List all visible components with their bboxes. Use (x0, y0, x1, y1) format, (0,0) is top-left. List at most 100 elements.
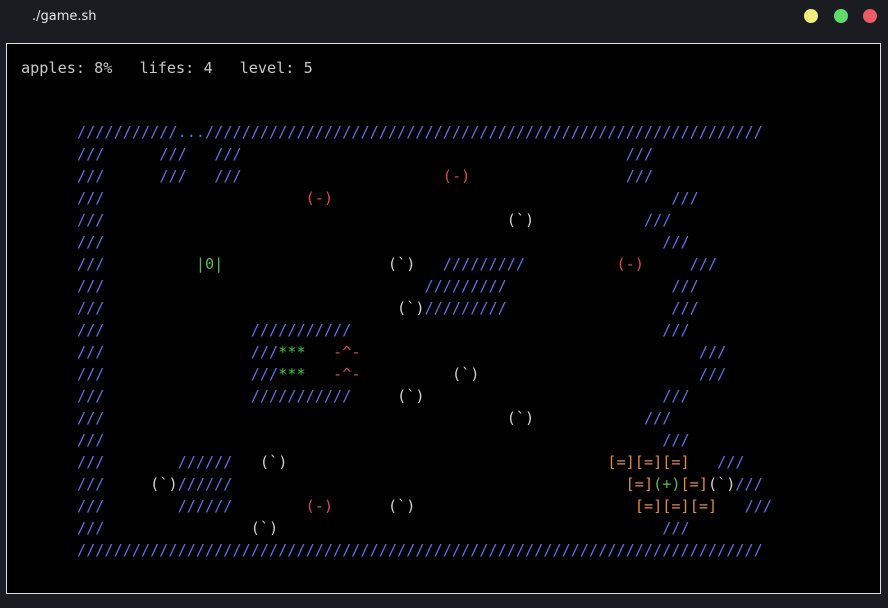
empty-space (479, 365, 698, 383)
wall-segment: /// (662, 519, 690, 537)
bonus-item: (+) (653, 475, 681, 493)
minimize-button[interactable] (804, 9, 818, 23)
wall-segment: /////////// (250, 387, 352, 405)
empty-space (104, 387, 250, 405)
apple: (`) (150, 475, 178, 493)
wall-segment: ///////// (424, 299, 507, 317)
wall-segment: /// (77, 167, 105, 185)
apple: (`) (707, 475, 736, 493)
wall-segment: /////////// (77, 123, 178, 141)
empty-space (232, 475, 625, 493)
wall-segment: /// (77, 321, 105, 339)
wall-segment: /// (671, 277, 699, 295)
empty-space (104, 431, 662, 449)
maximize-button[interactable] (834, 9, 848, 23)
wall-segment: /// (77, 299, 105, 317)
enemy: -^- (333, 365, 361, 383)
apple: (`) (397, 387, 425, 405)
empty-space (351, 321, 662, 339)
level-status: level: 5 (239, 59, 313, 77)
board-row: /// /// /// (-) /// (77, 165, 772, 187)
empty-space (232, 453, 259, 471)
wall-segment: /// (77, 453, 105, 471)
apple: (`) (506, 211, 535, 229)
board-row: /// (-) /// (77, 187, 772, 209)
empty-space (187, 145, 214, 163)
food-item: *** (278, 365, 306, 383)
empty-space (278, 519, 662, 537)
wall-segment: /// (77, 145, 105, 163)
empty-space (306, 343, 333, 361)
wall-segment: ///////// (442, 255, 526, 273)
empty-space (644, 255, 690, 273)
board-row: /// ////// (-) (`) [=][=][=] /// (77, 495, 772, 517)
apple: (`) (250, 519, 279, 537)
wall-segment: /// (717, 453, 745, 471)
apple: (`) (259, 453, 288, 471)
wall-segment: /// (735, 475, 763, 493)
empty-space (415, 255, 442, 273)
empty-space (690, 453, 717, 471)
empty-space (104, 519, 250, 537)
empty-space (104, 343, 250, 361)
empty-space (104, 453, 177, 471)
empty-space (104, 233, 662, 251)
empty-space (104, 409, 506, 427)
board-row: /// ///*** -^- (`) /// (77, 363, 772, 385)
apple: (`) (451, 365, 480, 383)
empty-space (333, 497, 388, 515)
close-button[interactable] (863, 9, 877, 23)
crate: [=][=][=] (607, 453, 690, 471)
empty-space (104, 365, 250, 383)
board-row: /// (`) /// (77, 517, 772, 539)
wall-segment: /// (159, 167, 187, 185)
empty-space (306, 365, 333, 383)
wall-segment: /// (214, 167, 242, 185)
empty-space (525, 255, 616, 273)
empty-space (287, 453, 607, 471)
wall-segment: /// (77, 365, 105, 383)
enemy: (-) (305, 189, 334, 207)
wall-segment: ////////////////////////////////////////… (77, 541, 763, 559)
empty-space (104, 321, 250, 339)
empty-space (104, 145, 159, 163)
wall-segment: /// (77, 343, 105, 361)
empty-space (242, 145, 626, 163)
board-row: /// ///////// /// (77, 275, 772, 297)
empty-space (425, 387, 663, 405)
board-row: /// ////// (`) [=][=][=] /// (77, 451, 772, 473)
terminal-screen[interactable]: apples: 8% lifes: 4 level: 5 ///////////..… (6, 43, 881, 594)
apple: (`) (506, 409, 535, 427)
empty-space (104, 189, 305, 207)
empty-space (534, 409, 644, 427)
wall-segment: /// (77, 255, 105, 273)
wall-segment: /// (662, 387, 690, 405)
wall-segment: /////////// (250, 321, 352, 339)
food-item: *** (278, 343, 306, 361)
wall-segment: /// (625, 167, 654, 185)
board-row: /// |0| (`) ///////// (-) /// (77, 253, 772, 275)
wall-gap: ... (177, 123, 206, 141)
board-row: /// /// /// /// (77, 143, 772, 165)
empty-space (104, 255, 195, 273)
wall-segment: /// (77, 431, 105, 449)
empty-space (470, 167, 625, 185)
apple: (`) (397, 299, 425, 317)
board-row: /// (`) /// (77, 407, 772, 429)
wall-segment: /// (77, 233, 105, 251)
empty-space (223, 255, 388, 273)
board-row: /// /////////// (`) /// (77, 385, 772, 407)
lifes-status: lifes: 4 (139, 59, 213, 77)
wall-segment: ////// (177, 497, 233, 515)
wall-segment: ////// (177, 453, 233, 471)
empty-space (242, 167, 443, 185)
enemy: (-) (305, 497, 334, 515)
empty-space (104, 277, 424, 295)
apple: (`) (387, 255, 416, 273)
empty-space (104, 299, 397, 317)
enemy: (-) (616, 255, 644, 273)
wall-segment: /// (250, 343, 279, 361)
board-row: /// (`)////// [=](+)[=](`)/// (77, 473, 772, 495)
board-row: /// ///*** -^- /// (77, 341, 772, 363)
wall-segment: /// (744, 497, 772, 515)
